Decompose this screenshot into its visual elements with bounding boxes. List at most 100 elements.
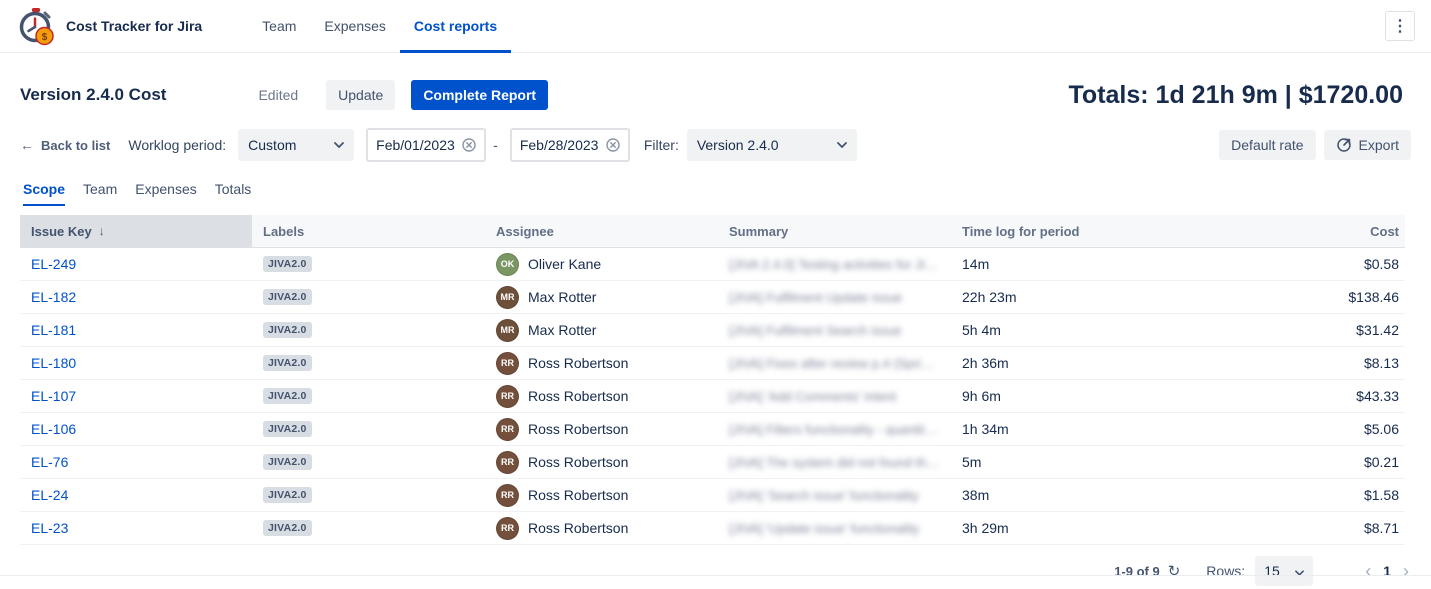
rows-per-page-label: Rows: (1206, 563, 1245, 579)
nav-tab-team[interactable]: Team (248, 0, 310, 53)
date-to-input[interactable]: Feb/28/2023 (510, 128, 630, 162)
chevron-down-icon (334, 142, 344, 148)
avatar: OK (496, 253, 519, 276)
worklog-period-select[interactable]: Custom (238, 129, 354, 161)
column-header-assignee[interactable]: Assignee (485, 215, 718, 247)
top-nav-tabs: Team Expenses Cost reports (248, 0, 511, 53)
summary-text: [JIVA] 'Add Comments' intent (729, 389, 896, 404)
table-row: EL-182 JIVA2.0 MR Max Rotter [JIVA] Fulf… (20, 281, 1405, 314)
issue-key-link[interactable]: EL-182 (31, 289, 76, 305)
totals-summary: Totals: 1d 21h 9m | $1720.00 (1069, 81, 1403, 110)
back-to-list-link[interactable]: ← Back to list (20, 138, 110, 153)
worklog-period-label: Worklog period: (128, 137, 226, 153)
table-row: EL-76 JIVA2.0 RR Ross Robertson [JIVA] T… (20, 446, 1405, 479)
version-filter-select[interactable]: Version 2.4.0 (687, 129, 857, 161)
assignee-name: Max Rotter (528, 322, 596, 338)
subtab-scope[interactable]: Scope (23, 181, 65, 206)
date-from-input[interactable]: Feb/01/2023 (366, 128, 486, 162)
avatar: RR (496, 517, 519, 540)
filter-right-actions: Default rate Export (1219, 130, 1411, 160)
table-body: EL-249 JIVA2.0 OK Oliver Kane [JIVA 2.4.… (20, 248, 1405, 545)
summary-text: [JIVA] Filters functionality - quantity … (729, 422, 941, 437)
rows-per-page-value: 15 (1264, 563, 1280, 579)
table-row: EL-24 JIVA2.0 RR Ross Robertson [JIVA] '… (20, 479, 1405, 512)
column-header-labels[interactable]: Labels (252, 215, 485, 247)
label-badge: JIVA2.0 (263, 487, 312, 503)
issue-key-link[interactable]: EL-249 (31, 256, 76, 272)
label-badge: JIVA2.0 (263, 289, 312, 305)
time-log: 9h 6m (951, 380, 1184, 412)
time-log: 5h 4m (951, 314, 1184, 346)
nav-tab-expenses[interactable]: Expenses (310, 0, 399, 53)
issue-key-link[interactable]: EL-23 (31, 520, 68, 536)
issue-key-link[interactable]: EL-76 (31, 454, 68, 470)
refresh-icon[interactable]: ↻ (1168, 564, 1181, 579)
label-badge: JIVA2.0 (263, 256, 312, 272)
label-badge: JIVA2.0 (263, 421, 312, 437)
chevron-down-icon (1295, 563, 1304, 579)
row-range-label: 1-9 of 9 (1114, 564, 1160, 579)
table-row: EL-181 JIVA2.0 MR Max Rotter [JIVA] Fulf… (20, 314, 1405, 347)
cost-value: $0.58 (1184, 248, 1405, 280)
clear-date-to-icon[interactable] (606, 138, 620, 152)
avatar: MR (496, 319, 519, 342)
cost-tracker-page: $ Cost Tracker for Jira Team Expenses Co… (0, 0, 1431, 587)
back-to-list-label: Back to list (41, 138, 110, 153)
table-row: EL-107 JIVA2.0 RR Ross Robertson [JIVA] … (20, 380, 1405, 413)
complete-report-button[interactable]: Complete Report (411, 80, 548, 110)
export-button[interactable]: Export (1324, 130, 1411, 160)
label-badge: JIVA2.0 (263, 388, 312, 404)
issue-key-link[interactable]: EL-106 (31, 421, 76, 437)
cost-value: $43.33 (1184, 380, 1405, 412)
svg-text:$: $ (42, 32, 48, 43)
report-subtabs: Scope Team Expenses Totals (23, 181, 1411, 206)
filter-label: Filter: (644, 137, 679, 153)
label-badge: JIVA2.0 (263, 355, 312, 371)
time-log: 14m (951, 248, 1184, 280)
sort-desc-icon: ↓ (99, 224, 105, 238)
filter-toolbar: ← Back to list Worklog period: Custom Fe… (20, 129, 1411, 161)
date-range-separator: - (493, 137, 498, 153)
assignee-name: Ross Robertson (528, 388, 628, 404)
next-page-icon[interactable]: › (1403, 562, 1409, 580)
date-to-value: Feb/28/2023 (520, 137, 599, 153)
subtab-expenses[interactable]: Expenses (135, 181, 196, 206)
cost-value: $8.71 (1184, 512, 1405, 544)
nav-tab-cost-reports[interactable]: Cost reports (400, 0, 511, 53)
subtab-totals[interactable]: Totals (215, 181, 252, 206)
kebab-menu-button[interactable]: ⋮ (1385, 11, 1415, 41)
label-badge: JIVA2.0 (263, 322, 312, 338)
issue-key-link[interactable]: EL-180 (31, 355, 76, 371)
export-label: Export (1359, 137, 1399, 153)
label-badge: JIVA2.0 (263, 520, 312, 536)
worklog-period-value: Custom (248, 137, 296, 153)
top-navigation-bar: $ Cost Tracker for Jira Team Expenses Co… (0, 0, 1431, 53)
cost-value: $138.46 (1184, 281, 1405, 313)
update-button[interactable]: Update (326, 80, 395, 110)
avatar: RR (496, 418, 519, 441)
table-header-row: Issue Key ↓ Labels Assignee Summary Time… (20, 215, 1405, 248)
assignee-name: Ross Robertson (528, 487, 628, 503)
default-rate-button[interactable]: Default rate (1219, 130, 1315, 160)
assignee-name: Ross Robertson (528, 421, 628, 437)
clear-date-from-icon[interactable] (462, 138, 476, 152)
assignee-name: Ross Robertson (528, 520, 628, 536)
issue-key-link[interactable]: EL-107 (31, 388, 76, 404)
rows-per-page-select[interactable]: 15 (1255, 556, 1313, 586)
column-header-cost[interactable]: Cost (1184, 215, 1405, 247)
subtab-team[interactable]: Team (83, 181, 117, 206)
summary-text: [JIVA 2.4.0] Testing activities for JIVA… (729, 257, 941, 272)
cost-value: $1.58 (1184, 479, 1405, 511)
column-header-issue-key[interactable]: Issue Key ↓ (20, 215, 252, 247)
previous-page-icon[interactable]: ‹ (1365, 562, 1371, 580)
column-header-summary[interactable]: Summary (718, 215, 951, 247)
back-arrow-icon: ← (20, 138, 34, 152)
chevron-down-icon (837, 142, 847, 148)
column-header-time-log[interactable]: Time log for period (951, 215, 1184, 247)
cost-value: $31.42 (1184, 314, 1405, 346)
issue-key-link[interactable]: EL-181 (31, 322, 76, 338)
current-page-number: 1 (1383, 563, 1391, 579)
issue-key-link[interactable]: EL-24 (31, 487, 68, 503)
assignee-name: Ross Robertson (528, 355, 628, 371)
date-from-value: Feb/01/2023 (376, 137, 455, 153)
